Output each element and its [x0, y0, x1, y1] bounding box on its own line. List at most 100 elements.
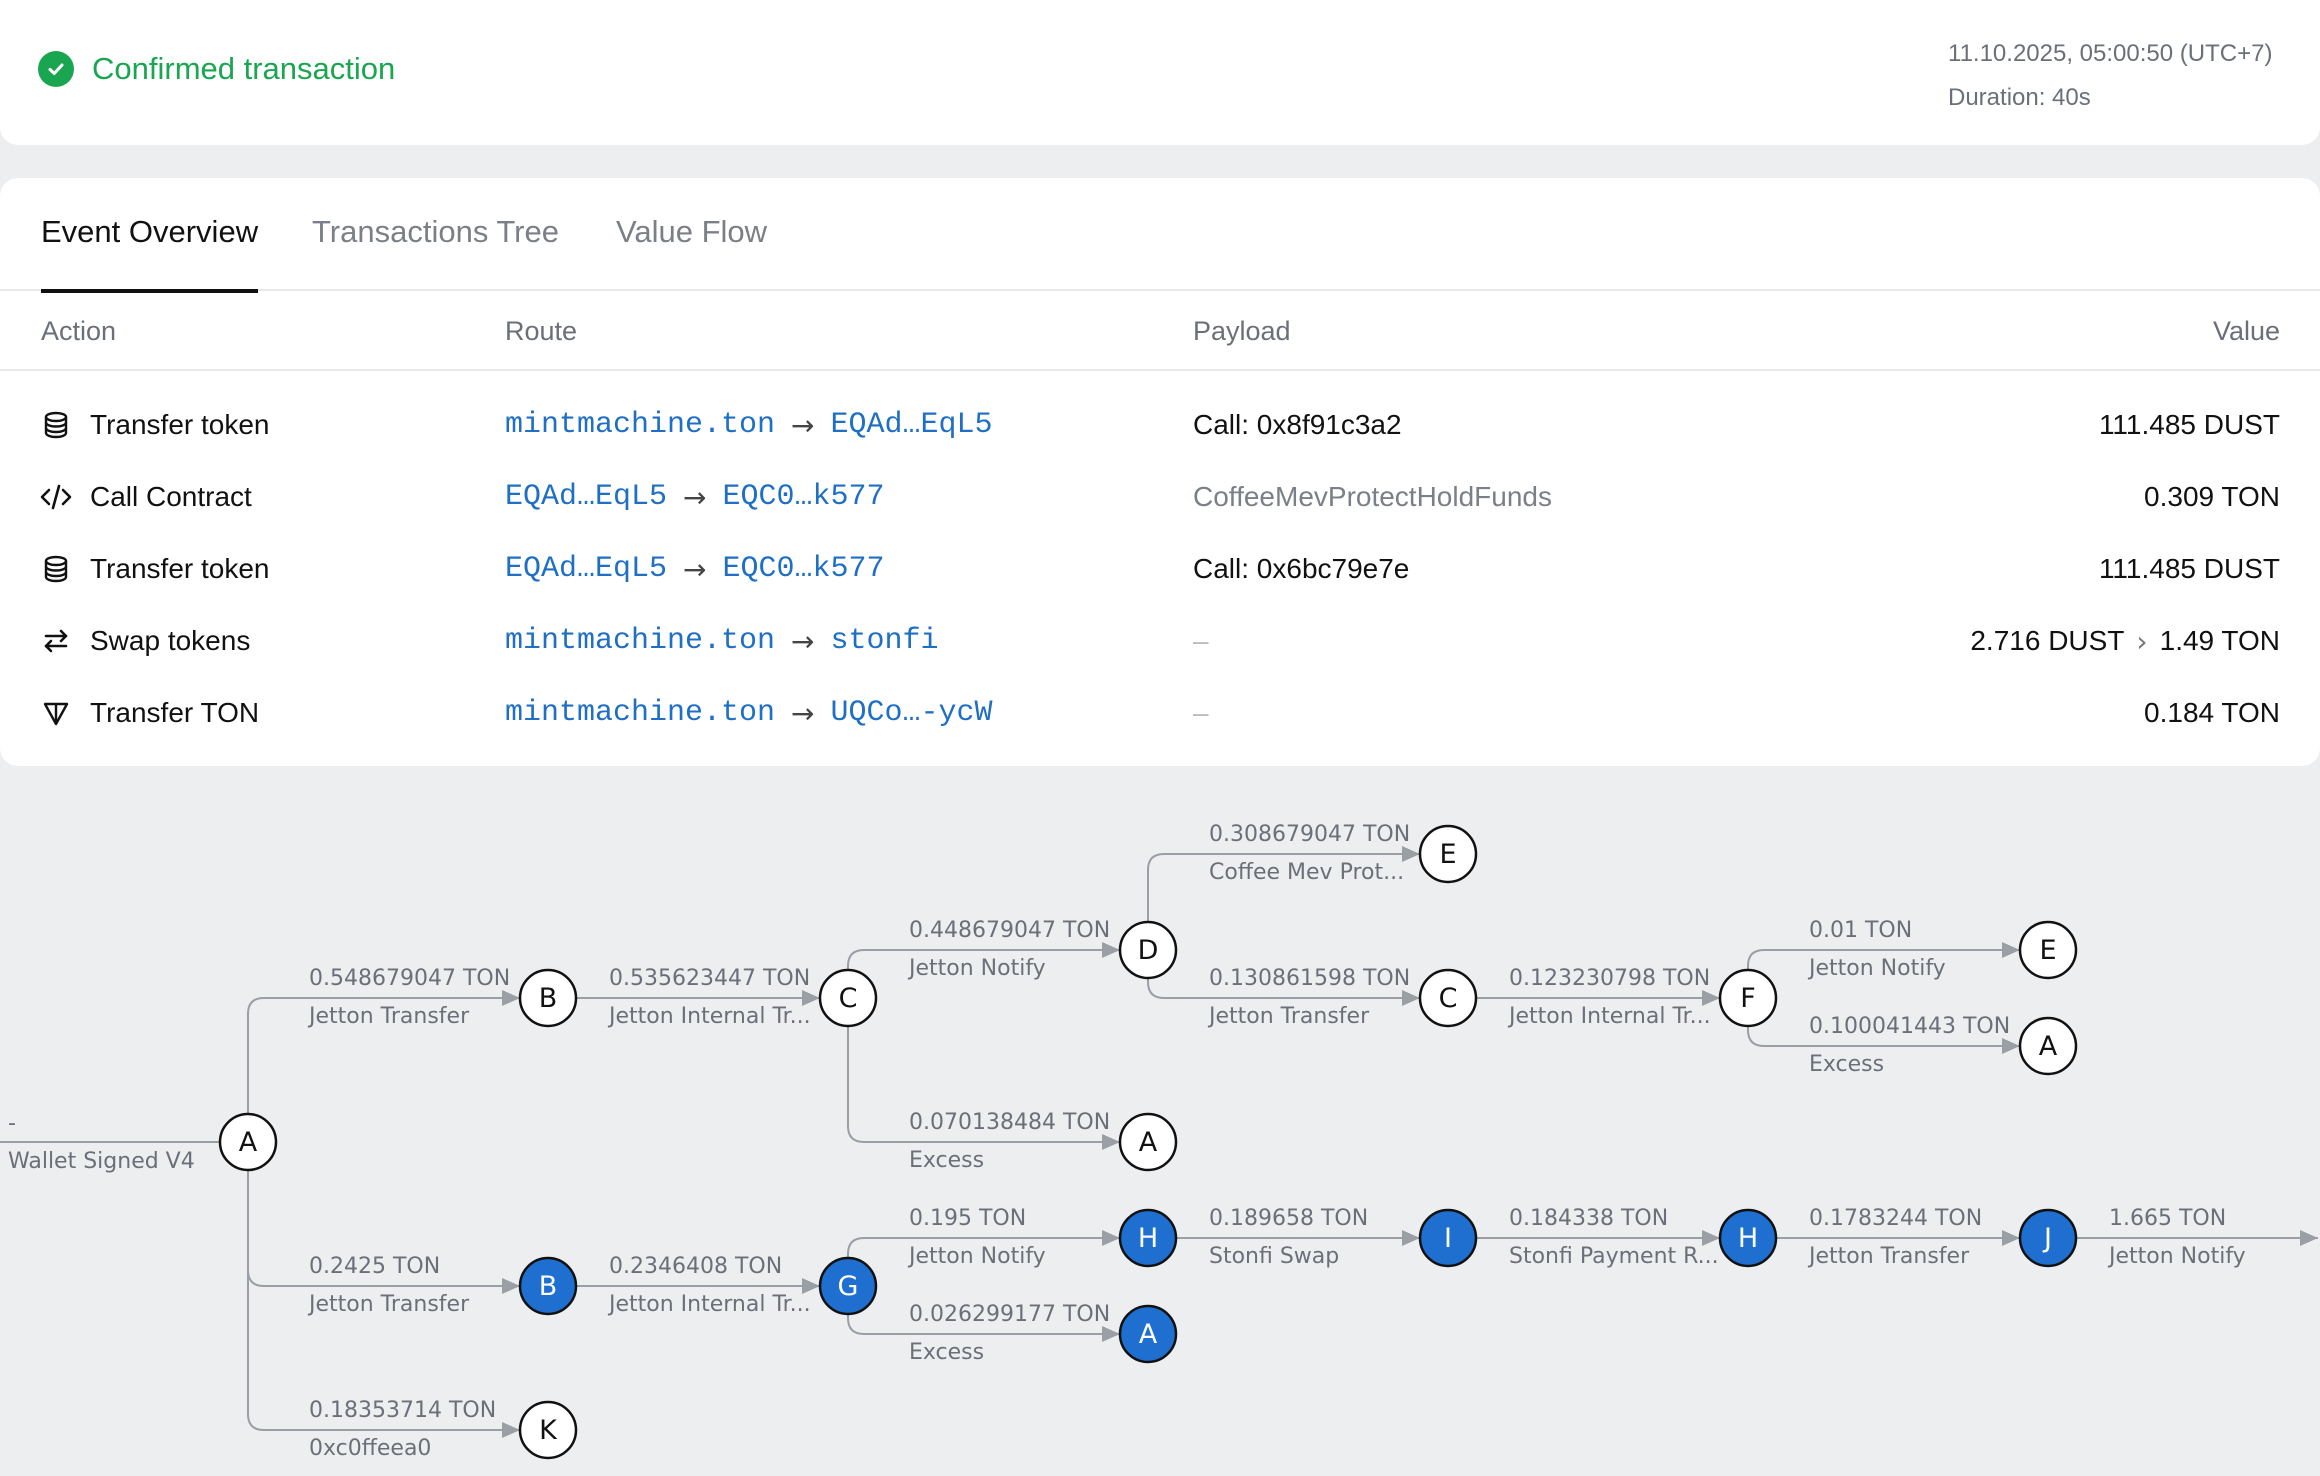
- edge-amount: 0.195 TON: [909, 1206, 1026, 1231]
- node-h[interactable]: H: [1718, 1208, 1778, 1268]
- node-d[interactable]: D: [1118, 920, 1178, 980]
- edge-amount: 0.026299177 TON: [909, 1302, 1110, 1327]
- tab-transactions-tree[interactable]: Transactions Tree: [312, 214, 559, 291]
- edge-label: Jetton Transfer: [307, 1004, 470, 1029]
- node-h[interactable]: H: [1118, 1208, 1178, 1268]
- tab-event-overview[interactable]: Event Overview: [41, 214, 259, 293]
- edge-label: Stonfi Swap: [1209, 1244, 1339, 1269]
- tab-value-flow[interactable]: Value Flow: [616, 214, 767, 291]
- chevron-right-icon: ›: [2136, 624, 2148, 658]
- payload: Call: 0x8f91c3a2: [1193, 409, 1402, 440]
- edge-amount: 0.2425 TON: [309, 1254, 440, 1279]
- node-f[interactable]: F: [1718, 968, 1778, 1028]
- arrow-right-icon: →: [791, 408, 815, 442]
- table-row[interactable]: Transfer TON mintmachine.ton → UQCo…-ycW…: [0, 677, 2320, 749]
- coins-stack-icon: [40, 409, 72, 441]
- header-route: Route: [505, 316, 578, 346]
- value-to: 1.49 TON: [2159, 625, 2280, 656]
- node-g[interactable]: G: [818, 1256, 878, 1316]
- edge-label: Coffee Mev Prot...: [1209, 860, 1404, 885]
- node-b[interactable]: B: [518, 1256, 578, 1316]
- value: 0.309 TON: [2144, 481, 2280, 512]
- edge-amount: 0.448679047 TON: [909, 918, 1110, 943]
- edge-amount: 0.130861598 TON: [1209, 966, 1410, 991]
- node-e[interactable]: E: [2018, 920, 2078, 980]
- edge-label: Jetton Internal Tr...: [1507, 1004, 1711, 1029]
- arrow-right-icon: →: [791, 696, 815, 730]
- edge-label: Jetton Notify: [2107, 1244, 2246, 1269]
- arrow-right-icon: →: [791, 624, 815, 658]
- node-a[interactable]: A: [1118, 1304, 1178, 1364]
- node-a[interactable]: A: [2018, 1016, 2078, 1076]
- node-a[interactable]: A: [218, 1112, 278, 1172]
- node-letter: A: [1139, 1127, 1158, 1158]
- node-letter: H: [1138, 1223, 1158, 1254]
- node-c[interactable]: C: [1418, 968, 1478, 1028]
- route-to-link[interactable]: EQC0…k577: [723, 480, 885, 514]
- ton-diamond-icon: [40, 697, 72, 729]
- header-payload: Payload: [1193, 316, 1291, 346]
- edge-label: Excess: [1809, 1052, 1884, 1077]
- header-action: Action: [41, 316, 117, 346]
- route-to-link[interactable]: stonfi: [831, 624, 939, 658]
- node-i[interactable]: I: [1418, 1208, 1478, 1268]
- transaction-duration: Duration: 40s: [1948, 84, 2091, 111]
- edge-label: Jetton Internal Tr...: [607, 1004, 811, 1029]
- route-to-link[interactable]: UQCo…-ycW: [831, 696, 993, 730]
- edge-amount: 0.189658 TON: [1209, 1206, 1368, 1231]
- table-row[interactable]: Call Contract EQAd…EqL5 → EQC0…k577 Coff…: [0, 461, 2320, 533]
- coins-stack-icon: [40, 553, 72, 585]
- swap-value: 2.716 DUST › 1.49 TON: [1970, 605, 2280, 677]
- node-letter: B: [539, 1271, 558, 1302]
- route-from-link[interactable]: mintmachine.ton: [505, 624, 775, 658]
- edge-amount: 0.1783244 TON: [1809, 1206, 1982, 1231]
- node-e[interactable]: E: [1418, 824, 1478, 884]
- edge-amount: 1.665 TON: [2109, 1206, 2226, 1231]
- edge-label: 0xc0ffeea0: [309, 1436, 431, 1461]
- transaction-datetime: 11.10.2025, 05:00:50 (UTC+7): [1948, 40, 2273, 67]
- edge-label: Jetton Transfer: [307, 1292, 470, 1317]
- table-row[interactable]: Swap tokens mintmachine.ton → stonfi – 2…: [0, 605, 2320, 677]
- node-letter: D: [1138, 935, 1159, 966]
- edge-amount: 0.070138484 TON: [909, 1110, 1110, 1135]
- node-letter: E: [1439, 839, 1456, 870]
- payload: –: [1193, 697, 1209, 728]
- edge-amount: 0.2346408 TON: [609, 1254, 782, 1279]
- node-letter: C: [1439, 983, 1458, 1014]
- route-from-link[interactable]: mintmachine.ton: [505, 408, 775, 442]
- action-label: Call Contract: [90, 481, 252, 512]
- node-k[interactable]: K: [518, 1400, 578, 1460]
- node-c[interactable]: C: [818, 968, 878, 1028]
- node-letter: J: [2042, 1223, 2052, 1254]
- node-a[interactable]: A: [1118, 1112, 1178, 1172]
- table-row[interactable]: Transfer token mintmachine.ton → EQAd…Eq…: [0, 389, 2320, 461]
- edge-amount: 0.18353714 TON: [309, 1398, 496, 1423]
- route-to-link[interactable]: EQC0…k577: [723, 552, 885, 586]
- edge-label: Jetton Internal Tr...: [607, 1292, 811, 1317]
- node-b[interactable]: B: [518, 968, 578, 1028]
- edge-amount: 0.535623447 TON: [609, 966, 810, 991]
- edge-amount: 0.123230798 TON: [1509, 966, 1710, 991]
- route-to-link[interactable]: EQAd…EqL5: [831, 408, 993, 442]
- node-letter: A: [2039, 1031, 2058, 1062]
- node-j[interactable]: J: [2018, 1208, 2078, 1268]
- route-from-link[interactable]: EQAd…EqL5: [505, 480, 667, 514]
- value: 111.485 DUST: [2098, 409, 2280, 440]
- edge-label: Jetton Notify: [1807, 956, 1946, 981]
- value-from: 2.716 DUST: [1970, 625, 2125, 656]
- node-letter: E: [2039, 935, 2056, 966]
- value: 111.485 DUST: [2098, 553, 2280, 584]
- status-title: Confirmed transaction: [92, 51, 396, 86]
- table-row[interactable]: Transfer token EQAd…EqL5 → EQC0…k577 Cal…: [0, 533, 2320, 605]
- value-flow-graph[interactable]: - Wallet Signed V4 0.548679047 TON Jetton T…: [0, 766, 2320, 1476]
- action-label: Transfer token: [90, 553, 270, 584]
- value-flow-graph-svg: - Wallet Signed V4 0.548679047 TON Jetton T…: [0, 822, 2318, 1461]
- arrow-right-icon: →: [683, 552, 707, 586]
- node-letter: K: [539, 1415, 558, 1446]
- root-edge-label: Wallet Signed V4: [8, 1149, 195, 1174]
- route-from-link[interactable]: EQAd…EqL5: [505, 552, 667, 586]
- edge-amount: 0.01 TON: [1809, 918, 1912, 943]
- route-from-link[interactable]: mintmachine.ton: [505, 696, 775, 730]
- node-letter: F: [1740, 983, 1756, 1014]
- code-icon: [40, 481, 72, 513]
